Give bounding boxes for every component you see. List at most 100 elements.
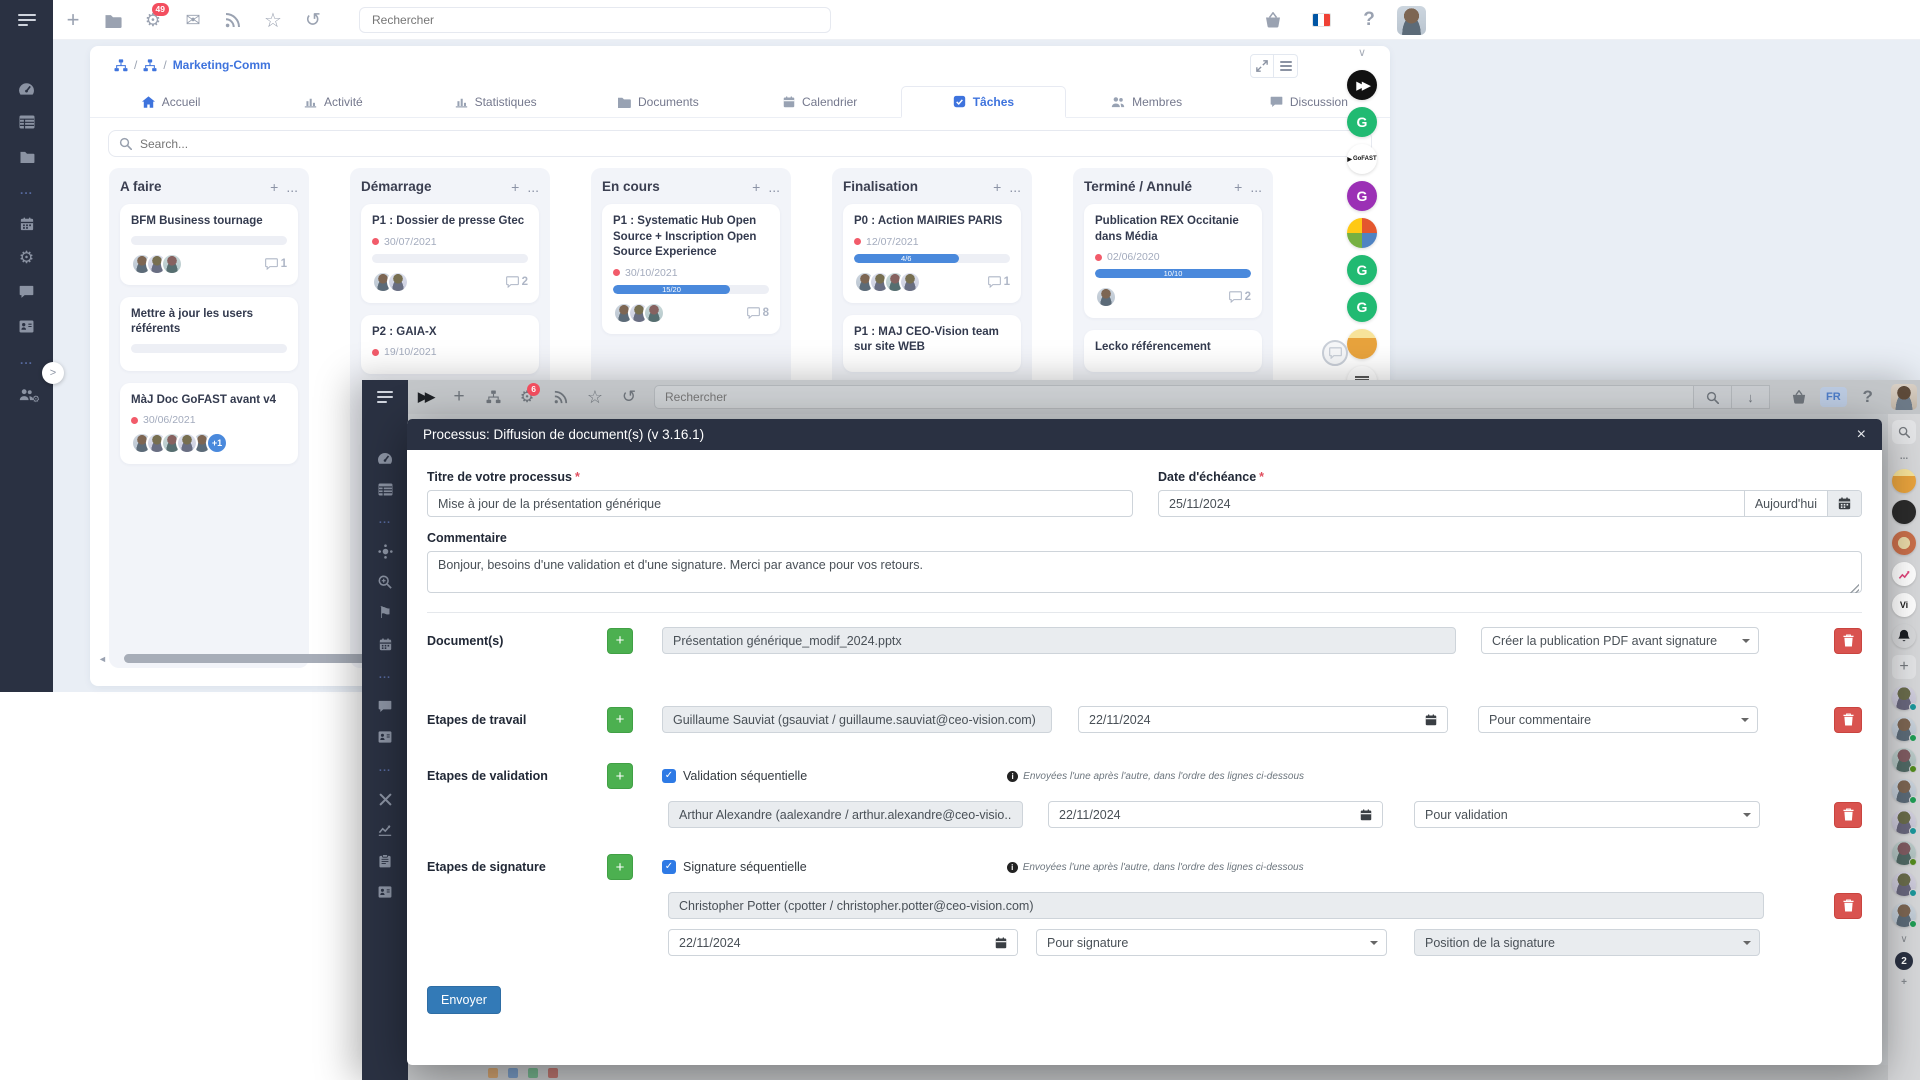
sidebar-item-hub[interactable]: [362, 536, 408, 566]
favorites-button[interactable]: ☆: [253, 0, 293, 40]
sidebar-item-flags[interactable]: ⚑: [362, 598, 408, 628]
add-room-button[interactable]: +: [1892, 655, 1916, 679]
sidebar-item-processes[interactable]: ⚙: [0, 242, 53, 274]
task-card[interactable]: P0 : Action MAIRIES PARIS 12/07/2021 4/6…: [843, 204, 1021, 303]
sidebar-item-discussions[interactable]: [0, 276, 53, 308]
user-avatar[interactable]: [1397, 6, 1426, 35]
favorites-button[interactable]: ☆: [578, 380, 612, 414]
close-icon[interactable]: ×: [1857, 426, 1866, 444]
calendar-picker-button[interactable]: [985, 930, 1017, 955]
process-title-input[interactable]: [427, 490, 1133, 517]
column-menu-button[interactable]: ...: [286, 180, 298, 194]
add-travail-button[interactable]: +: [607, 707, 633, 733]
tab-membres[interactable]: Membres: [1066, 86, 1228, 117]
contact-avatar[interactable]: [1892, 872, 1916, 896]
task-card[interactable]: Mettre à jour les users référents: [120, 297, 298, 371]
history-button[interactable]: ↺: [612, 380, 646, 414]
horizontal-scrollbar-thumb[interactable]: [124, 654, 368, 663]
add-more-button[interactable]: +: [1901, 977, 1907, 988]
feed-button[interactable]: [213, 0, 253, 40]
help-button[interactable]: ?: [1851, 380, 1885, 414]
menu-toggle-button[interactable]: [0, 0, 53, 40]
breadcrumb[interactable]: / / Marketing-Comm: [114, 58, 271, 72]
delete-travail-button[interactable]: [1834, 707, 1862, 733]
sidebar-item-reports[interactable]: [362, 815, 408, 845]
sidebar-item-user-admin[interactable]: ⚙: [0, 378, 53, 410]
today-button[interactable]: Aujourd'hui: [1744, 491, 1827, 516]
submit-button[interactable]: Envoyer: [427, 986, 501, 1014]
processes-button[interactable]: ⚙49: [133, 0, 173, 40]
processes-button[interactable]: ⚙6: [510, 380, 544, 414]
add-card-button[interactable]: +: [1234, 180, 1242, 194]
column-menu-button[interactable]: ...: [768, 180, 780, 194]
add-validation-button[interactable]: +: [607, 763, 633, 789]
sidebar-more-icon[interactable]: ...: [362, 753, 408, 783]
room-pizza-icon[interactable]: [1892, 531, 1916, 555]
sidebar-item-lists[interactable]: [362, 474, 408, 504]
search-button[interactable]: [1694, 385, 1732, 409]
sidebar-item-calendar[interactable]: [362, 629, 408, 659]
rail-gofast-shortcut[interactable]: ▶▶: [1347, 70, 1377, 100]
add-card-button[interactable]: +: [270, 180, 278, 194]
create-button[interactable]: +: [53, 0, 93, 40]
rail-room-g[interactable]: G: [1347, 255, 1377, 285]
signature-role-select[interactable]: Pour signature: [1036, 929, 1387, 956]
validation-role-select[interactable]: Pour validation: [1414, 801, 1760, 828]
mail-button[interactable]: ✉: [173, 0, 213, 40]
notification-bell-icon[interactable]: [1892, 624, 1916, 648]
room-beer-icon[interactable]: [1892, 469, 1916, 493]
chat-launcher-button[interactable]: [1322, 340, 1348, 366]
sidebar-item-lists[interactable]: [0, 106, 53, 138]
language-button[interactable]: [1301, 0, 1341, 40]
search-scope-button[interactable]: ↓: [1732, 385, 1770, 409]
contact-avatar[interactable]: [1892, 686, 1916, 710]
help-button[interactable]: ?: [1349, 0, 1389, 40]
delete-signature-button[interactable]: [1834, 893, 1862, 919]
sidebar-item-advanced-search[interactable]: [362, 567, 408, 597]
gofast-logo-icon[interactable]: ▶▶: [408, 380, 442, 414]
sidebar-item-documents[interactable]: [0, 140, 53, 172]
task-card[interactable]: P1 : Dossier de presse Gtec 30/07/2021 2: [361, 204, 539, 303]
rail-room-g-purple[interactable]: G: [1347, 181, 1377, 211]
scroll-left-arrow[interactable]: ◄: [98, 654, 107, 664]
rail-app-icon[interactable]: [1347, 218, 1377, 248]
sidebar-item-contacts[interactable]: [0, 310, 53, 342]
room-vi-logo[interactable]: Vi: [1892, 593, 1916, 617]
basket-button[interactable]: [1253, 0, 1293, 40]
tab-accueil[interactable]: Accueil: [90, 86, 252, 117]
history-button[interactable]: ↺: [293, 0, 333, 40]
sidebar-item-tools[interactable]: [362, 784, 408, 814]
sidebar-item-calendar[interactable]: [0, 208, 53, 240]
global-search-input[interactable]: [359, 7, 831, 33]
task-card[interactable]: P2 : GAIA-X 19/10/2021: [361, 315, 539, 375]
expand-view-button[interactable]: [1250, 54, 1274, 78]
global-search-input[interactable]: [654, 385, 1694, 409]
list-view-button[interactable]: [1274, 54, 1298, 78]
language-badge[interactable]: FR: [1820, 387, 1847, 407]
rail-room-g[interactable]: G: [1347, 107, 1377, 137]
add-document-button[interactable]: +: [607, 628, 633, 654]
rail-room-g[interactable]: G: [1347, 292, 1377, 322]
sidebar-item-dashboard[interactable]: [362, 443, 408, 473]
create-button[interactable]: +: [442, 380, 476, 414]
sidebar-item-contacts[interactable]: [362, 722, 408, 752]
delete-validation-button[interactable]: [1834, 802, 1862, 828]
add-card-button[interactable]: +: [993, 180, 1001, 194]
calendar-picker-button[interactable]: [1415, 707, 1447, 732]
column-menu-button[interactable]: ...: [1009, 180, 1021, 194]
column-menu-button[interactable]: ...: [1250, 180, 1262, 194]
task-card[interactable]: MàJ Doc GoFAST avant v4 30/06/2021 +1: [120, 383, 298, 465]
chat-rail-more-icon[interactable]: ...: [1900, 451, 1908, 462]
comment-textarea[interactable]: Bonjour, besoins d'une validation et d'u…: [427, 551, 1862, 593]
add-signature-button[interactable]: +: [607, 854, 633, 880]
task-card[interactable]: BFM Business tournage 1: [120, 204, 298, 285]
contact-avatar[interactable]: [1892, 717, 1916, 741]
contact-avatar[interactable]: [1892, 841, 1916, 865]
sidebar-more-icon[interactable]: ...: [362, 660, 408, 690]
travail-role-select[interactable]: Pour commentaire: [1478, 706, 1758, 733]
task-card[interactable]: Lecko référencement: [1084, 330, 1262, 372]
sidebar-item-directory[interactable]: [362, 877, 408, 907]
room-chart-icon[interactable]: [1892, 562, 1916, 586]
rail-room-beer-icon[interactable]: [1347, 329, 1377, 359]
chat-search-button[interactable]: [1892, 420, 1916, 444]
